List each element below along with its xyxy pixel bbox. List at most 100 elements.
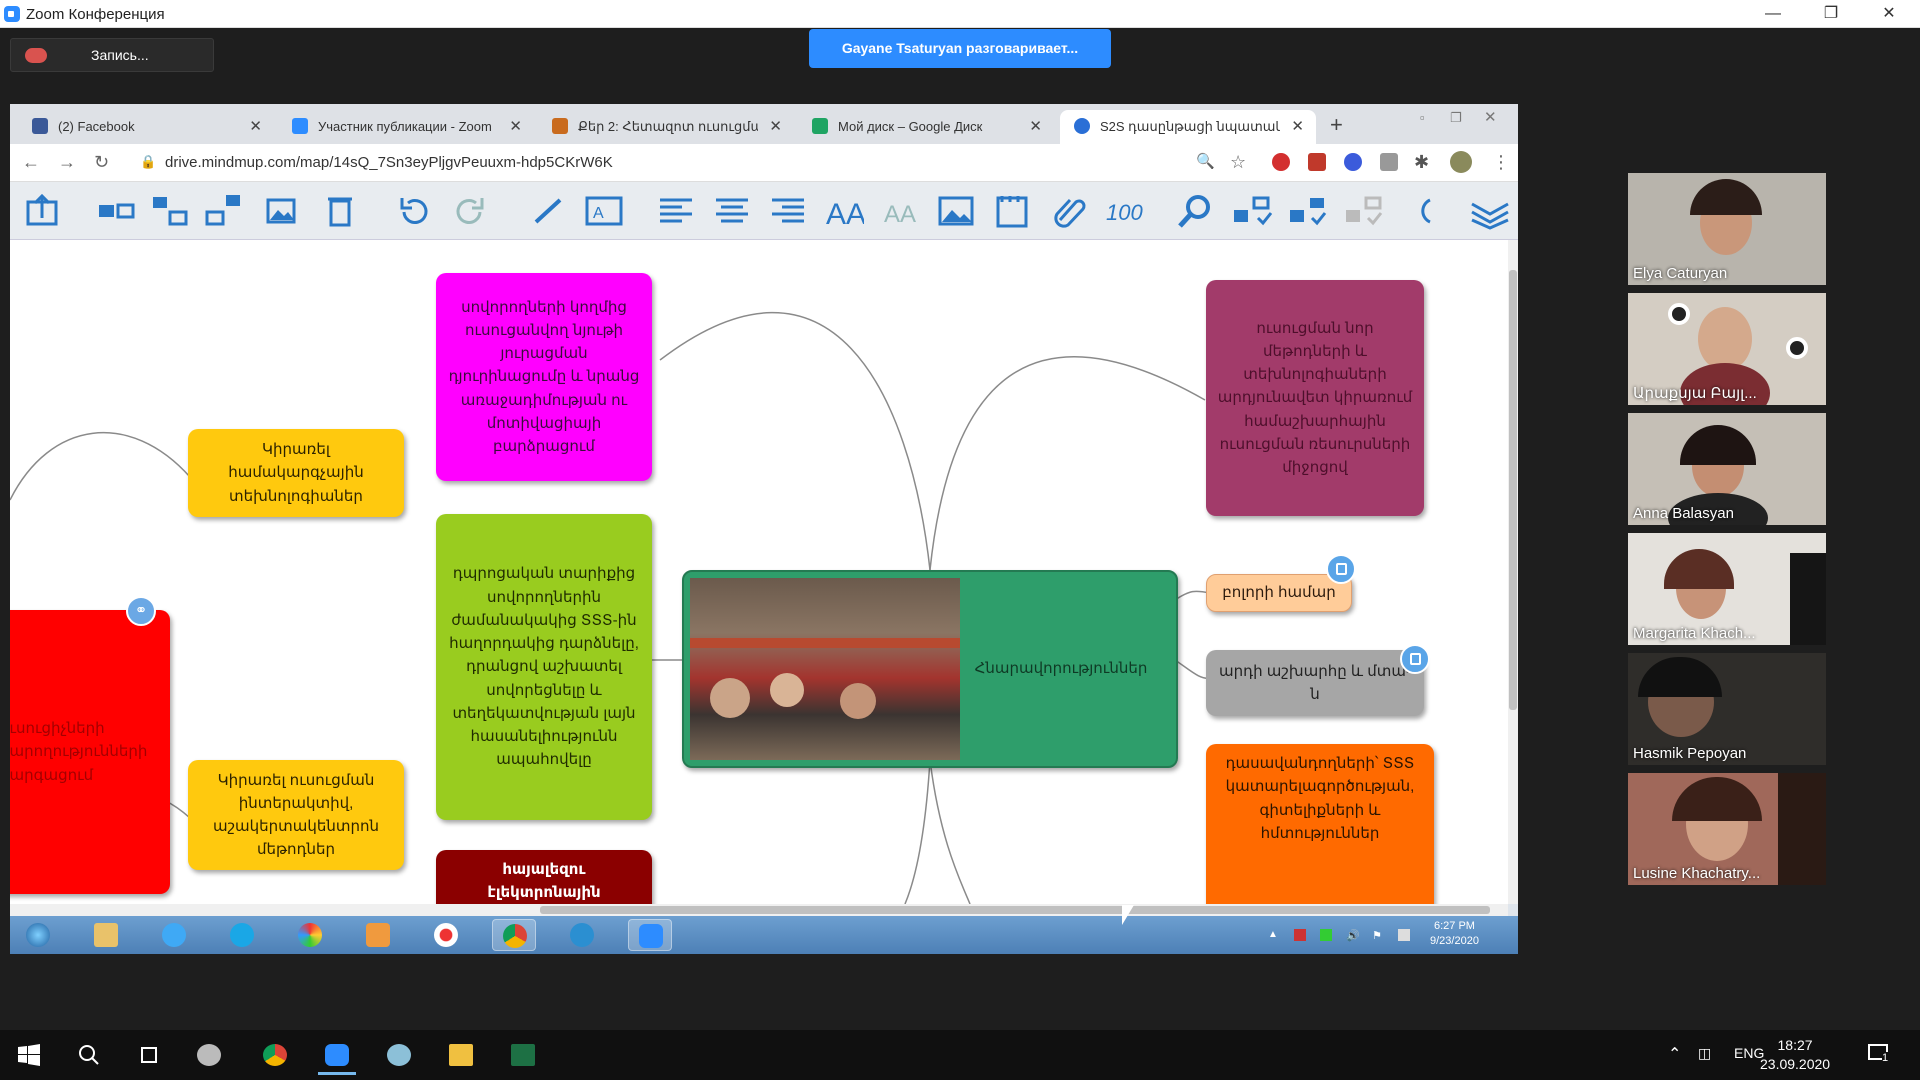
link-icon[interactable] [1048,192,1088,230]
participant-video[interactable]: Elya Caturyan [1628,173,1826,285]
internet-explorer-icon[interactable] [152,919,196,951]
menu-icon[interactable]: ⋮ [1492,152,1510,173]
zoom-icon[interactable] [628,919,672,951]
upload-icon[interactable] [22,192,62,230]
tab-close-icon[interactable]: ✕ [1291,117,1304,135]
close-icon[interactable]: ✕ [1860,0,1918,28]
participant-video[interactable]: Anna Balasyan [1628,413,1826,525]
font-decrease-icon[interactable]: AA [880,192,920,230]
mindmap-node[interactable]: ուսուցիչների կարողությունների զարգացում [10,610,170,894]
task-view-icon[interactable] [124,1035,174,1075]
media-player-icon[interactable] [356,919,400,951]
pdf-extension-icon[interactable] [1308,153,1326,171]
lock-icon[interactable]: 🔒 [140,154,156,170]
tray-expand-icon[interactable]: ⌃ [1668,1044,1681,1064]
edge-icon[interactable] [560,919,604,951]
restore-icon[interactable]: ❐ [1802,0,1860,28]
network-icon[interactable]: ◫ [1698,1045,1711,1062]
participant-video[interactable]: Margarita Khach... [1628,533,1826,645]
add-image-icon[interactable] [264,192,304,230]
note-icon[interactable] [992,192,1032,230]
search-icon[interactable] [1176,192,1216,230]
add-child-icon[interactable] [150,192,190,230]
skype-icon[interactable] [220,919,264,951]
mindmap-node[interactable]: Կիրառել ուսուցման ինտերակտիվ, աշակերտակե… [188,760,404,870]
forward-icon[interactable]: → [58,152,76,173]
restore-icon[interactable]: ❐ [1450,110,1462,126]
search-icon[interactable] [64,1035,114,1075]
chrome-icon[interactable] [250,1035,300,1075]
file-explorer-icon[interactable] [436,1035,486,1075]
font-increase-icon[interactable]: AA [824,192,866,231]
participant-video[interactable]: Lusine Khachatry... [1628,773,1826,885]
record-icon[interactable] [424,919,468,951]
mindmap-node[interactable]: արդի աշխարհը և մտա-ն [1206,650,1424,716]
windows-start-icon[interactable] [5,1035,55,1075]
layers-icon[interactable] [1470,192,1510,230]
note-icon[interactable] [1400,644,1430,674]
extension-icon[interactable] [1344,153,1362,171]
tab-close-icon[interactable]: ✕ [769,117,782,135]
excel-icon[interactable] [498,1035,548,1075]
chrome-icon[interactable] [492,919,536,951]
collapse-icon[interactable] [1232,192,1273,230]
align-left-icon[interactable] [656,192,696,230]
align-right-icon[interactable] [768,192,808,230]
display-icon[interactable] [1398,929,1410,941]
tray-expand-icon[interactable]: ▲ [1268,929,1280,941]
text-style-icon[interactable]: A [584,192,624,230]
app-icon[interactable] [374,1035,424,1075]
horizontal-scrollbar[interactable] [10,904,1508,916]
minimize-icon[interactable]: — [1744,0,1802,28]
browser-tab[interactable]: Участник публикации - Zoom ✕ [278,110,534,144]
url-field[interactable]: drive.mindmup.com/map/14sQ_7Sn3eyPljgvPe… [165,154,613,171]
delete-icon[interactable] [320,192,360,230]
align-center-icon[interactable] [712,192,752,230]
expand-icon[interactable] [1288,192,1328,230]
bookmark-star-icon[interactable]: ☆ [1230,152,1246,173]
undo-icon[interactable] [394,192,434,230]
active-speaker-banner[interactable]: Gayane Tsaturyan разговаривает... [809,29,1111,68]
mindmap-node[interactable]: սովորողների կողմից ուսուցանվող նյութի յո… [436,273,652,481]
select-all-icon[interactable] [1344,192,1384,230]
note-icon[interactable] [1326,554,1356,584]
browser-tab[interactable]: Мой диск – Google Диск ✕ [798,110,1054,144]
folder-icon[interactable] [84,919,128,951]
close-icon[interactable]: ✕ [1484,108,1497,126]
tab-close-icon[interactable]: ✕ [509,117,522,135]
link-icon[interactable]: ⚭ [126,596,156,626]
mindmap-node[interactable]: ուսուցման նոր մեթոդների և տեխնոլոգիաների… [1206,280,1424,516]
tab-close-icon[interactable]: ✕ [249,117,262,135]
minimize-icon[interactable]: ▫ [1420,110,1425,125]
tab-close-icon[interactable]: ✕ [1029,117,1042,135]
toolbar-more-icon[interactable] [1416,192,1456,230]
mindmap-node[interactable]: դասավանդողների՝ ՏՏՏ կատարելագործության, … [1206,744,1434,904]
app-icon[interactable] [184,1035,234,1075]
opera-extension-icon[interactable] [1272,153,1290,171]
action-center-icon[interactable]: ⚑ [1372,929,1384,942]
picasa-icon[interactable] [288,919,332,951]
extension-icon[interactable] [1380,153,1398,171]
mindmap-canvas[interactable]: սովորողների կողմից ուսուցանվող նյութի յո… [10,240,1508,904]
redo-icon[interactable] [450,192,490,230]
zoom-search-icon[interactable]: 🔍 [1196,152,1215,170]
recording-indicator[interactable]: Запись... [10,38,214,72]
participant-video[interactable]: Hasmik Pepoyan [1628,653,1826,765]
add-sibling-icon[interactable] [96,192,136,230]
puzzle-icon[interactable]: ✱ [1414,152,1429,173]
add-parent-icon[interactable] [204,192,244,230]
connect-icon[interactable] [528,192,568,230]
vertical-scrollbar[interactable] [1508,240,1518,904]
browser-tab[interactable]: (2) Facebook ✕ [18,110,274,144]
notifications-icon[interactable]: 1 [1868,1042,1892,1066]
back-icon[interactable]: ← [22,152,40,173]
participant-video[interactable]: Արաքսյա Բայլ... [1628,293,1826,405]
mindmap-node[interactable]: դպրոցական տարիքից սովորողներին ժամանակակ… [436,514,652,820]
new-tab-button[interactable]: + [1330,112,1343,138]
flag-icon[interactable] [1294,929,1306,941]
mindmap-node[interactable]: հայալեզու էլեկտրոնային [436,850,652,904]
mindmap-node[interactable]: Կիրառել համակարգչային տեխնոլոգիաներ [188,429,404,517]
browser-tab-active[interactable]: S2S դասընթացի նպատակի ու ✕ [1060,110,1316,144]
image-icon[interactable] [936,192,976,230]
progress-icon[interactable]: 100 [1104,192,1144,230]
